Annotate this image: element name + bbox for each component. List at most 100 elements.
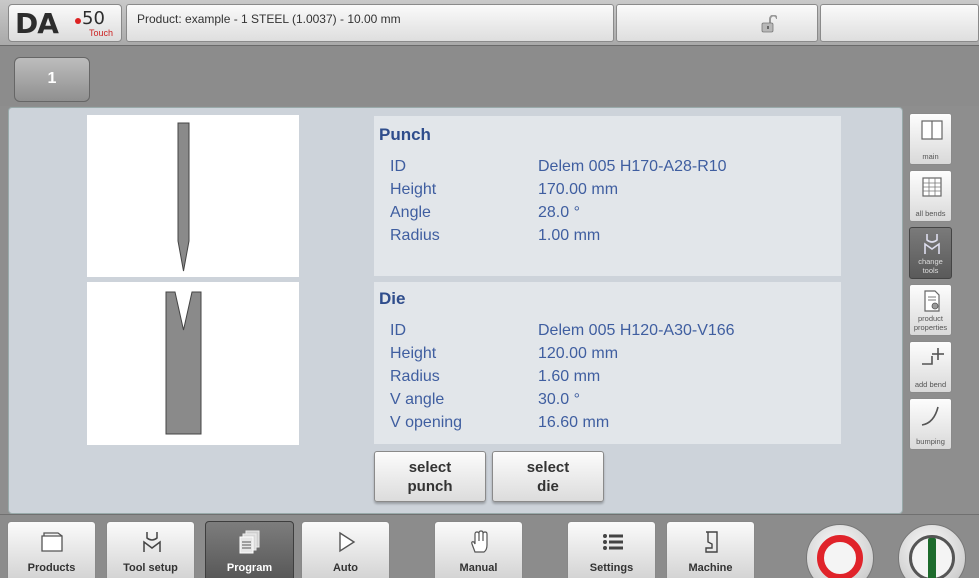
button-label-line2: punch — [407, 478, 453, 495]
field-value: Delem 005 H120-A30-V166 — [538, 322, 735, 339]
field-value: 28.0 ° — [538, 204, 580, 221]
die-row-id: ID Delem 005 H120-A30-V166 — [390, 322, 830, 344]
punch-image — [87, 115, 299, 277]
stop-icon — [817, 535, 863, 578]
field-label: Radius — [390, 368, 440, 385]
field-value: 1.60 mm — [538, 368, 601, 385]
side-button-label: add bend — [914, 380, 947, 389]
logo-text: DA — [15, 7, 59, 40]
nav-label: Tool setup — [123, 562, 178, 574]
document-properties-icon — [924, 290, 940, 312]
nav-label: Settings — [589, 562, 634, 574]
side-button-label: product properties — [913, 314, 948, 332]
table-icon — [922, 177, 942, 197]
side-button-add-bend[interactable]: add bend — [909, 341, 952, 393]
punch-info-panel: Punch ID Delem 005 H170-A28-R10 Height 1… — [374, 116, 841, 276]
nav-label: Program — [226, 562, 273, 574]
folder-icon — [41, 532, 63, 552]
nav-auto[interactable]: Auto — [301, 521, 390, 578]
nav-label: Manual — [459, 562, 498, 574]
logo: DA 50 Touch — [8, 4, 122, 42]
field-value: 170.00 mm — [538, 181, 619, 198]
side-button-label: bumping — [916, 437, 945, 446]
product-title: Product: example - 1 STEEL (1.0037) - 10… — [137, 12, 401, 26]
nav-label: Products — [27, 562, 76, 574]
field-label: Height — [390, 345, 437, 362]
logo-subtitle: Touch — [89, 28, 114, 38]
nav-label: Auto — [332, 562, 359, 574]
play-icon — [339, 531, 356, 553]
list-settings-icon — [603, 534, 623, 550]
field-value: 16.60 mm — [538, 414, 610, 431]
change-tools-icon — [924, 234, 940, 254]
stop-button[interactable] — [806, 524, 874, 578]
die-row-v-opening: V opening 16.60 mm — [390, 414, 830, 436]
nav-machine[interactable]: Machine — [666, 521, 755, 578]
start-button[interactable] — [898, 524, 966, 578]
button-label-line1: select — [408, 459, 452, 476]
field-label: V opening — [390, 414, 463, 431]
status-box-right — [820, 4, 979, 42]
side-button-bumping[interactable]: bumping — [909, 398, 952, 450]
side-button-label: change tools — [918, 257, 943, 275]
tool-setup-icon — [143, 532, 161, 552]
button-label-line1: select — [526, 459, 570, 476]
field-label: ID — [390, 158, 406, 175]
die-title: Die — [379, 289, 406, 308]
nav-label: Machine — [688, 562, 733, 574]
die-info-panel: Die ID Delem 005 H120-A30-V166 Height 12… — [374, 282, 841, 444]
die-shape-icon — [165, 291, 202, 435]
bottom-nav-bar: Products Tool setup Program Auto Manual — [0, 514, 979, 578]
field-label: ID — [390, 322, 406, 339]
die-image — [87, 282, 299, 445]
punch-row-height: Height 170.00 mm — [390, 181, 830, 203]
side-button-product-properties[interactable]: product properties — [909, 284, 952, 336]
die-row-v-angle: V angle 30.0 ° — [390, 391, 830, 413]
machine-icon — [705, 531, 718, 553]
logo-dot — [75, 18, 81, 24]
add-bend-icon — [922, 348, 944, 365]
hand-icon — [471, 530, 488, 553]
status-box — [616, 4, 818, 42]
button-label-line2: die — [537, 478, 559, 495]
unlock-icon[interactable] — [761, 15, 777, 33]
punch-shape-icon — [177, 122, 190, 272]
tools-panel: Punch ID Delem 005 H170-A28-R10 Height 1… — [8, 107, 903, 514]
punch-row-radius: Radius 1.00 mm — [390, 227, 830, 249]
logo-number: 50 — [82, 8, 105, 29]
nav-tool-setup[interactable]: Tool setup — [106, 521, 195, 578]
die-row-height: Height 120.00 mm — [390, 345, 830, 367]
tab-row: 1 — [0, 46, 979, 106]
top-bar: DA 50 Touch Product: example - 1 STEEL (… — [0, 0, 979, 46]
select-die-button[interactable]: select die — [492, 451, 604, 502]
program-pages-icon — [239, 530, 260, 554]
field-value: Delem 005 H170-A28-R10 — [538, 158, 727, 175]
select-punch-button[interactable]: select punch — [374, 451, 486, 502]
field-label: Radius — [390, 227, 440, 244]
side-button-label: all bends — [915, 209, 946, 218]
tab-label: 1 — [47, 70, 57, 87]
start-bar-icon — [928, 538, 936, 578]
side-button-all-bends[interactable]: all bends — [909, 170, 952, 222]
field-value: 30.0 ° — [538, 391, 580, 408]
main-view-icon — [921, 120, 943, 140]
field-label: V angle — [390, 391, 445, 408]
punch-row-id: ID Delem 005 H170-A28-R10 — [390, 158, 830, 180]
nav-products[interactable]: Products — [7, 521, 96, 578]
punch-title: Punch — [379, 125, 431, 144]
bumping-curve-icon — [921, 406, 939, 426]
side-button-change-tools[interactable]: change tools — [909, 227, 952, 279]
side-button-label: main — [922, 152, 939, 161]
field-label: Height — [390, 181, 437, 198]
nav-manual[interactable]: Manual — [434, 521, 523, 578]
nav-program[interactable]: Program — [205, 521, 294, 578]
die-row-radius: Radius 1.60 mm — [390, 368, 830, 390]
tab-bend-1[interactable]: 1 — [14, 57, 90, 102]
side-button-main[interactable]: main — [909, 113, 952, 165]
field-value: 120.00 mm — [538, 345, 619, 362]
product-title-box: Product: example - 1 STEEL (1.0037) - 10… — [126, 4, 614, 42]
field-value: 1.00 mm — [538, 227, 601, 244]
nav-settings[interactable]: Settings — [567, 521, 656, 578]
field-label: Angle — [390, 204, 431, 221]
punch-row-angle: Angle 28.0 ° — [390, 204, 830, 226]
